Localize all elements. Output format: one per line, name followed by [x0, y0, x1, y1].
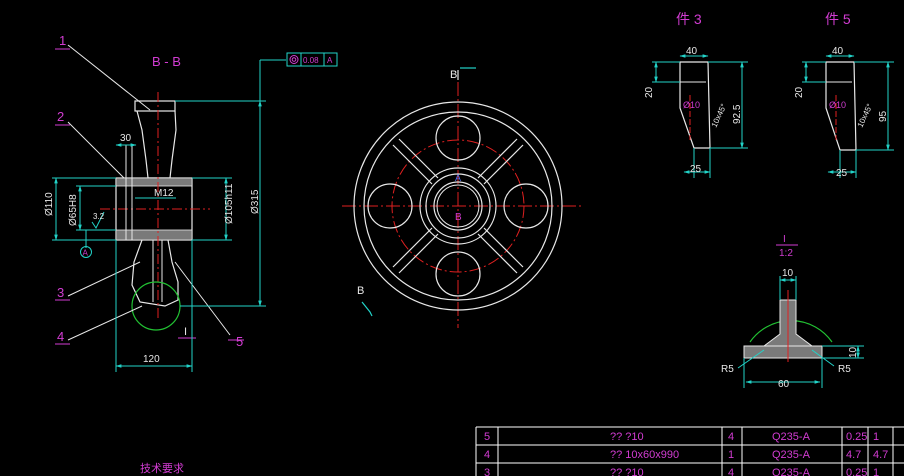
part5-view: 件 5 40 20 Ø10 10x45° 95 25: [794, 11, 894, 179]
part5-dim-hole: Ø10: [829, 100, 846, 110]
section-mark-bottom: B: [357, 285, 364, 297]
dim-width: 120: [143, 354, 160, 365]
section-view: B - B 1 2 3 4 5 I 0.08 A A 30 M12 3.2 12…: [44, 33, 338, 372]
part3-dim-bottom: 25: [690, 164, 702, 175]
svg-text:0.25: 0.25: [846, 431, 867, 443]
detail-scale: 1:2: [779, 248, 793, 259]
svg-text:1: 1: [728, 449, 734, 461]
dim-hub-dia: Ø110: [44, 192, 55, 216]
svg-text:4: 4: [728, 467, 734, 476]
detail-dim-height: 10: [848, 346, 859, 358]
svg-text:A: A: [83, 249, 89, 258]
callout-5: 5: [236, 334, 243, 349]
part5-dim-top: 40: [832, 46, 844, 57]
part5-dim-bottom: 25: [836, 168, 848, 179]
table-row: 3 ?? ?10 4 Q235-A 0.25 1: [484, 467, 879, 476]
svg-text:3: 3: [484, 467, 490, 476]
hub-hatch-bottom: [115, 229, 193, 241]
svg-text:4.7: 4.7: [873, 449, 888, 461]
detail-I-view: I 1:2 10 R5 R5 60 10: [721, 234, 864, 390]
hub-hatch-top: [115, 177, 193, 187]
part3-dim-hole: Ø10: [683, 100, 700, 110]
svg-text:?? 10x60x990: ?? 10x60x990: [610, 449, 679, 461]
svg-text:4: 4: [484, 449, 490, 461]
part3-dim-top: 40: [686, 46, 698, 57]
table-row: 4 ?? 10x60x990 1 Q235-A 4.7 4.7: [484, 449, 888, 461]
part5-dim-chamfer: 10x45°: [856, 102, 875, 128]
part5-title: 件 5: [825, 11, 851, 27]
front-view: B B A B: [342, 67, 582, 328]
part3-dim-chamfer: 10x45°: [710, 102, 729, 128]
svg-text:?? ?10: ?? ?10: [610, 431, 644, 443]
svg-text:1: 1: [873, 431, 879, 443]
callout-3: 3: [57, 285, 64, 300]
callout-1: 1: [59, 33, 66, 48]
detail-dim-right-r: R5: [838, 364, 851, 375]
section-mark-top: B: [450, 69, 457, 81]
dim-thread: M12: [154, 188, 174, 199]
cad-drawing-canvas: B - B 1 2 3 4 5 I 0.08 A A 30 M12 3.2 12…: [0, 0, 904, 476]
cad-drawing: B - B 1 2 3 4 5 I 0.08 A A 30 M12 3.2 12…: [44, 11, 904, 476]
tolerance-frame: 0.08 A: [286, 52, 338, 67]
part3-dim-left: 20: [644, 86, 655, 98]
svg-text:0.25: 0.25: [846, 467, 867, 476]
part5-dim-height: 95: [878, 110, 889, 122]
lower-spoke: [131, 239, 179, 307]
detail-circle-I: [131, 281, 181, 331]
part5-dim-left: 20: [794, 86, 805, 98]
callout-4: 4: [57, 329, 64, 344]
svg-text:4: 4: [728, 431, 734, 443]
detail-dim-width: 60: [778, 379, 790, 390]
part3-view: 件 3 40 20 Ø10 10x45° 92.5 25: [644, 11, 748, 178]
detail-dim-left-r: R5: [721, 364, 734, 375]
detail-dim-top: 10: [782, 268, 794, 279]
svg-text:Q235-A: Q235-A: [772, 431, 811, 443]
detail-mark: I: [184, 326, 187, 338]
dim-roughness: 3.2: [93, 212, 105, 221]
svg-text:Q235-A: Q235-A: [772, 467, 811, 476]
svg-text:?? ?10: ?? ?10: [610, 467, 644, 476]
dim-outer-dia: Ø315: [250, 189, 261, 214]
svg-text:5: 5: [484, 431, 490, 443]
detail-label: I: [783, 234, 786, 245]
part3-dim-height: 92.5: [732, 104, 743, 124]
table-row: 5 ?? ?10 4 Q235-A 0.25 1: [484, 431, 879, 443]
center-mark-b: B: [455, 212, 462, 223]
tech-requirements: 技术要求: [140, 462, 184, 475]
svg-text:Q235-A: Q235-A: [772, 449, 811, 461]
upper-spoke: [136, 110, 177, 179]
dim-shaft-dia: Ø105h11: [224, 183, 235, 224]
dim-bore-dia: Ø65H8: [68, 194, 79, 226]
parts-table: 5 ?? ?10 4 Q235-A 0.25 1 4 ?? 10x60x990 …: [475, 426, 904, 476]
tolerance-datum: A: [327, 56, 333, 65]
center-mark-a: A: [455, 173, 461, 183]
callout-2: 2: [57, 109, 64, 124]
tolerance-value: 0.08: [303, 56, 319, 65]
svg-text:1: 1: [873, 467, 879, 476]
section-title: B - B: [152, 54, 181, 69]
part3-title: 件 3: [676, 11, 702, 27]
dim-top-30: 30: [120, 133, 132, 144]
svg-text:4.7: 4.7: [846, 449, 861, 461]
